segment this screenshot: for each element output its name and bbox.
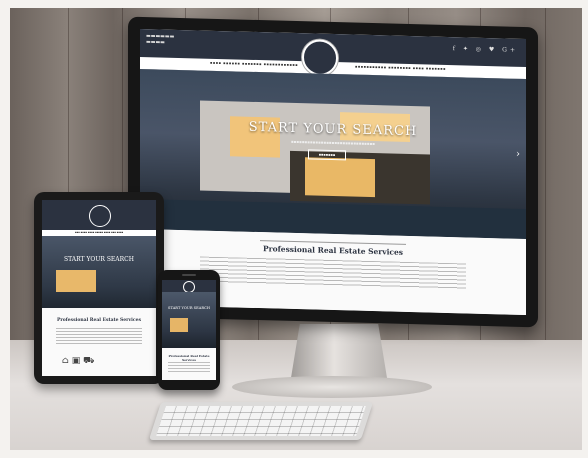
- monitor-stand-base: [232, 376, 432, 398]
- hero-search-button[interactable]: ▪▪▪▪▪▪▪: [308, 149, 346, 161]
- tablet-feature-icons: ⌂ ▣ ⛟: [62, 356, 95, 366]
- hero-banner: START YOUR SEARCH ▪▪▪▪▪▪▪▪▪▪▪▪▪▪▪▪▪▪▪▪▪▪…: [140, 68, 526, 240]
- wall-plank-seam: [545, 8, 546, 380]
- tablet-header: [42, 200, 156, 230]
- smartphone-device: START YOUR SEARCH Professional Real Esta…: [158, 270, 220, 390]
- social-icons[interactable]: f ✦ ◎ ♥ G+: [453, 45, 518, 54]
- phone-header: [162, 280, 216, 293]
- house-lit-window: [305, 157, 375, 198]
- keyboard-keys: [156, 406, 366, 436]
- section-body-text: [200, 256, 466, 290]
- monitor-stand: [290, 324, 388, 384]
- header-brand-text: ▬▬▬▬▬▬ ▬▬▬▬: [146, 33, 175, 46]
- tablet-section-text: [56, 328, 142, 344]
- nav-links-right[interactable]: ▪▪▪▪▪▪▪▪▪▪▪ ▪▪▪▪▪▪▪▪ ▪▪▪▪ ▪▪▪▪▪▪▪: [355, 65, 446, 71]
- phone-screen: START YOUR SEARCH Professional Real Esta…: [162, 280, 216, 380]
- phone-section-text: [168, 362, 210, 374]
- phone-hero-title: START YOUR SEARCH: [168, 306, 210, 310]
- site-logo-emblem[interactable]: [302, 39, 338, 77]
- tablet-device: ▪▪▪ ▪▪▪▪ ▪▪▪▪ ▪▪▪▪▪ ▪▪▪▪ ▪▪▪ ▪▪▪▪ START …: [34, 192, 164, 384]
- section-title: Professional Real Estate Services: [262, 244, 403, 257]
- phone-section-title: Professional Real Estate Services: [168, 354, 210, 362]
- house-lit-window: [56, 270, 96, 292]
- tablet-screen: ▪▪▪ ▪▪▪▪ ▪▪▪▪ ▪▪▪▪▪ ▪▪▪▪ ▪▪▪ ▪▪▪▪ START …: [42, 200, 156, 376]
- house-lit-window: [170, 318, 188, 332]
- tablet-hero-title: START YOUR SEARCH: [64, 256, 134, 263]
- tablet-section-title: Professional Real Estate Services: [56, 318, 141, 323]
- wireless-keyboard: [148, 402, 374, 440]
- carousel-next-icon[interactable]: ›: [516, 149, 520, 160]
- nav-links-left[interactable]: ▪▪▪▪ ▪▪▪▪▪▪ ▪▪▪▪▪▪▪ ▪▪▪▪▪▪▪▪▪▪▪▪: [210, 61, 298, 67]
- site-logo-emblem[interactable]: [89, 205, 111, 227]
- tablet-hero-banner: START YOUR SEARCH: [42, 236, 156, 308]
- phone-hero-banner: START YOUR SEARCH: [162, 292, 216, 348]
- phone-speaker: [182, 274, 196, 276]
